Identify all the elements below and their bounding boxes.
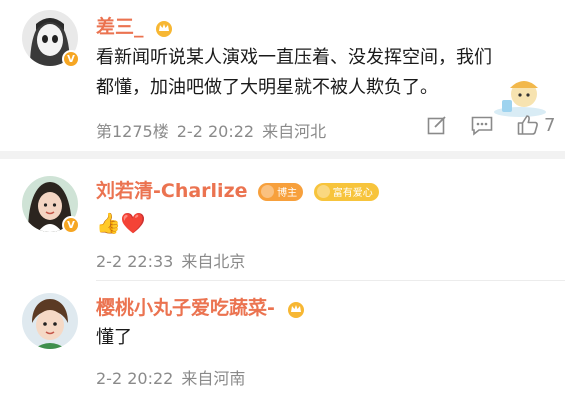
- comment-item: 樱桃小丸子爱吃蔬菜- 懂了 2-2 20:22 来自河南: [0, 281, 565, 401]
- crown-icon: [261, 185, 275, 198]
- edit-button[interactable]: [426, 114, 448, 136]
- verified-badge-icon: V: [62, 50, 80, 68]
- heart-badge-icon: [316, 185, 330, 198]
- section-gap: [0, 151, 565, 159]
- comment-text: 👍❤️: [96, 211, 146, 235]
- blogger-badge: 博主: [258, 182, 304, 201]
- crown-icon: [156, 20, 173, 37]
- avatar[interactable]: [22, 293, 78, 349]
- comment-time: 2-2 20:22: [176, 122, 255, 141]
- comment-time: 2-2 20:22: [96, 369, 174, 388]
- comment-location: 来自河南: [181, 369, 246, 388]
- comment-time: 2-2 22:33: [96, 252, 174, 271]
- reply-button[interactable]: [470, 114, 494, 136]
- username-text: 刘若清-Charlize: [96, 180, 248, 202]
- sticker-icon: [494, 81, 546, 117]
- username[interactable]: 樱桃小丸子爱吃蔬菜-: [96, 293, 306, 320]
- like-thumb-icon: [517, 115, 538, 135]
- username[interactable]: 差三_: [96, 12, 174, 39]
- comment-actions: 7: [404, 114, 555, 136]
- reply-comment-icon: [471, 116, 493, 136]
- comment-location: 来自河北: [262, 122, 327, 141]
- avatar[interactable]: V: [22, 176, 80, 234]
- edit-icon: [427, 116, 446, 135]
- avatar[interactable]: V: [22, 10, 80, 68]
- comment-meta: 2-2 20:22 来自河南: [96, 365, 253, 389]
- floor-number: 第1275楼: [96, 122, 169, 141]
- comment-item: V 差三_ 看新闻听说某人演戏一直压着、没发挥空间，我们都懂，加油吧做了大明星就…: [0, 0, 565, 150]
- comment-text: 懂了: [96, 327, 132, 348]
- badge-label: 博主: [277, 188, 298, 199]
- comment-text: 看新闻听说某人演戏一直压着、没发挥空间，我们都懂，加油吧做了大明星就不被人欺负了…: [96, 47, 492, 98]
- badge-label: 富有爱心: [332, 188, 373, 199]
- username-text: 差三_: [96, 16, 144, 38]
- comment-location: 来自北京: [181, 252, 246, 271]
- avatar-image: [22, 293, 78, 349]
- like-button[interactable]: 7: [516, 114, 555, 136]
- username[interactable]: 刘若清-Charlize 博主 富有爱心: [96, 176, 379, 203]
- verified-badge-icon: V: [62, 216, 80, 234]
- charity-badge: 富有爱心: [313, 182, 379, 201]
- comment-meta: 2-2 22:33 来自北京: [96, 248, 253, 272]
- like-count: 7: [544, 114, 556, 136]
- comment-meta: 第1275楼 2-2 20:22 来自河北: [96, 118, 334, 142]
- crown-icon: [287, 301, 304, 318]
- comment-item: V 刘若清-Charlize 博主 富有爱心 👍❤️ 2-2 22:33 来自北京: [0, 160, 565, 280]
- username-text: 樱桃小丸子爱吃蔬菜-: [96, 297, 275, 319]
